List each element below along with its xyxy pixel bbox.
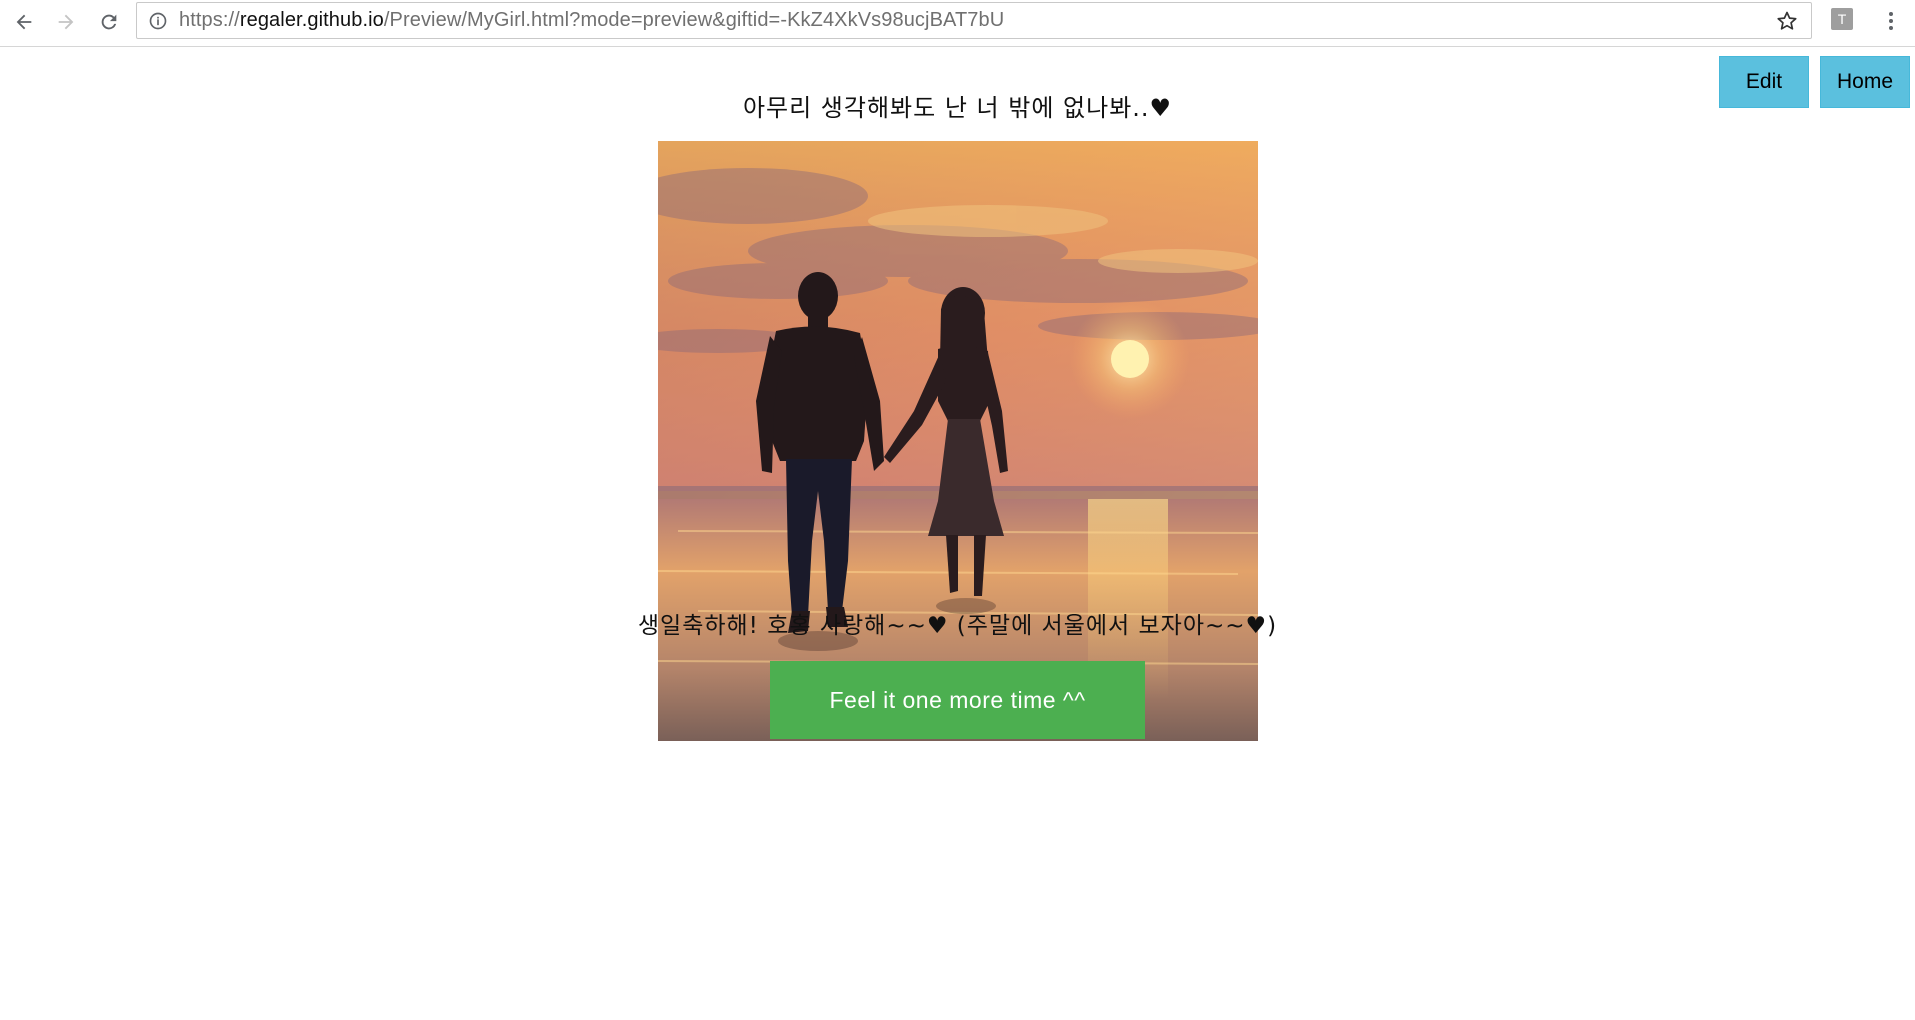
url-text[interactable]: https://regaler.github.io/Preview/MyGirl… (179, 9, 1004, 32)
feel-again-button[interactable]: Feel it one more time ^^ (770, 661, 1145, 739)
back-arrow-icon[interactable] (8, 6, 40, 38)
couple-sunset-photo (658, 141, 1258, 741)
url-scheme: https:// (179, 9, 240, 31)
reload-icon[interactable] (93, 6, 125, 38)
star-icon[interactable] (1775, 9, 1799, 33)
extension-icon[interactable]: T (1831, 8, 1853, 30)
info-icon[interactable] (147, 10, 169, 32)
headline-text: 아무리 생각해봐도 난 너 밖에 없나봐..♥ (742, 94, 1173, 122)
url-path: /Preview/MyGirl.html?mode=preview&giftid… (383, 9, 1005, 31)
page-content: Edit Home 아무리 생각해봐도 난 너 밖에 없나봐..♥ 생일축하해!… (0, 48, 1915, 1020)
address-bar[interactable]: https://regaler.github.io/Preview/MyGirl… (136, 2, 1812, 39)
browser-toolbar: https://regaler.github.io/Preview/MyGirl… (0, 0, 1915, 47)
menu-dots-icon[interactable] (1880, 6, 1902, 36)
url-host: regaler.github.io (239, 9, 384, 31)
birthday-message: 생일축하해! 호홍 사랑해~~♥ (주말에 서울에서 보자아~~♥) (637, 613, 1278, 639)
forward-arrow-icon[interactable] (50, 6, 82, 38)
